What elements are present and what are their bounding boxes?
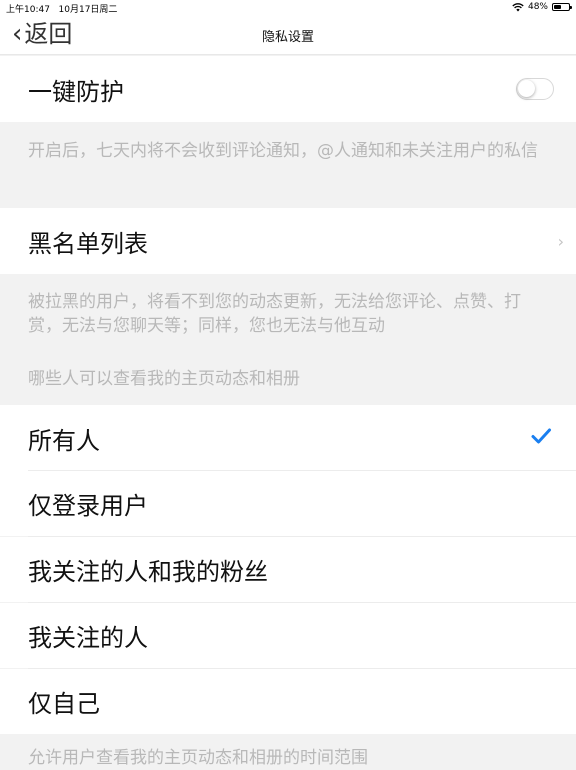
- option-label: 我关注的人和我的粉丝: [28, 558, 268, 586]
- battery-icon: [552, 3, 572, 11]
- toggle-knob: [518, 80, 535, 97]
- option-all[interactable]: 所有人: [0, 405, 576, 471]
- chevron-right-icon: ›: [557, 231, 564, 251]
- visibility-header: 哪些人可以查看我的主页动态和相册: [28, 369, 300, 389]
- blacklist-row[interactable]: 黑名单列表 ›: [0, 208, 576, 274]
- status-date: 10月17日周二: [58, 5, 118, 15]
- blacklist-label: 黑名单列表: [28, 229, 148, 258]
- protection-row: 一键防护: [0, 56, 576, 122]
- blacklist-description: 被拉黑的用户，将看不到您的动态更新，无法给您评论、点赞、打赏，无法与您聊天等；同…: [28, 292, 521, 336]
- option-following[interactable]: 我关注的人: [0, 603, 576, 668]
- option-following-and-fans[interactable]: 我关注的人和我的粉丝: [0, 537, 576, 602]
- nav-bar: ‹ 返回 隐私设置: [0, 16, 576, 55]
- option-label: 我关注的人: [28, 624, 148, 652]
- status-bar: 上午10:47 10月17日周二 48%: [0, 0, 576, 16]
- option-label: 仅登录用户: [28, 492, 148, 520]
- protection-description: 开启后，七天内将不会收到评论通知，@人通知和未关注用户的私信: [28, 141, 538, 161]
- time-range-header: 允许用户查看我的主页动态和相册的时间范围: [28, 748, 368, 768]
- battery-percent: 48%: [527, 2, 548, 12]
- wifi-icon: [512, 2, 524, 11]
- status-right: 48%: [512, 2, 572, 12]
- option-logged-in[interactable]: 仅登录用户: [0, 471, 576, 536]
- protection-toggle[interactable]: [516, 78, 554, 100]
- checkmark-icon: [531, 428, 551, 444]
- status-clock: 上午10:47: [6, 5, 50, 15]
- option-self-only[interactable]: 仅自己: [0, 669, 576, 734]
- status-time: 上午10:47 10月17日周二: [6, 2, 117, 15]
- option-label: 仅自己: [28, 690, 100, 718]
- page-title: 隐私设置: [261, 30, 314, 45]
- option-label: 所有人: [28, 426, 100, 455]
- protection-label: 一键防护: [28, 77, 124, 106]
